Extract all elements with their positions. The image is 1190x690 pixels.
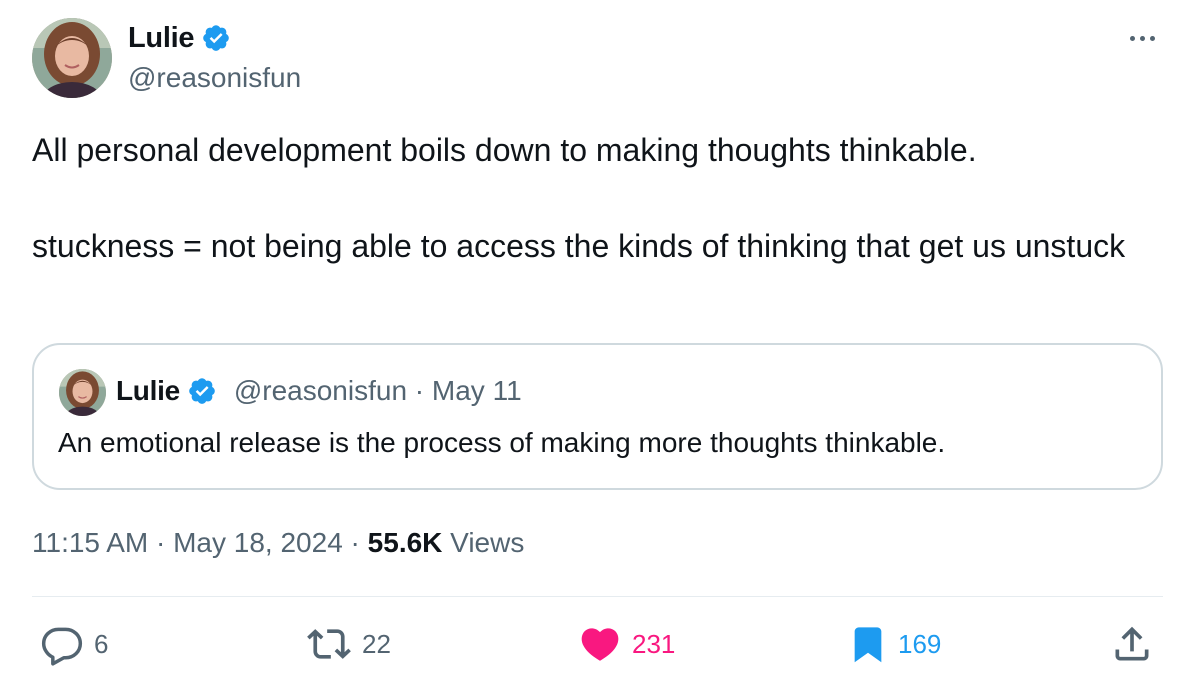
like-count: 231 (632, 628, 676, 659)
reply-button[interactable]: 6 (40, 622, 108, 666)
quoted-tweet-card[interactable]: Lulie @reasonisfun · May 11 An emotional… (32, 343, 1163, 490)
quoted-author-avatar (59, 369, 106, 416)
avatar-photo (59, 369, 106, 416)
avatar-photo (32, 18, 112, 98)
bookmark-icon (854, 627, 882, 663)
tweet-paragraph: stuckness = not being able to access the… (32, 228, 1126, 264)
heart-icon (581, 628, 619, 661)
author-name[interactable]: Lulie (128, 20, 194, 56)
author-name-row: Lulie (128, 20, 231, 56)
bookmark-count: 169 (898, 628, 942, 659)
retweet-icon (307, 629, 351, 659)
quoted-tweet-text: An emotional release is the process of m… (58, 427, 946, 458)
verified-badge-icon[interactable] (201, 23, 231, 53)
tweet-meta: 11:15 AM · May 18, 2024 · 55.6K Views (32, 524, 524, 562)
retweet-button[interactable]: 22 (306, 622, 391, 666)
quoted-tweet-header: Lulie @reasonisfun · May 11 (116, 375, 522, 407)
tweet-timestamp[interactable]: 11:15 AM · May 18, 2024 · (32, 527, 368, 558)
more-dot (1129, 35, 1135, 41)
quoted-author-name: Lulie (116, 375, 180, 406)
views-label: Views (442, 527, 525, 558)
quoted-tweet-meta: @reasonisfun · May 11 (233, 375, 522, 406)
more-dot (1149, 35, 1155, 41)
like-button[interactable]: 231 (578, 622, 675, 666)
author-avatar[interactable] (32, 18, 112, 98)
bookmark-button[interactable]: 169 (848, 622, 941, 666)
views-count: 55.6K (367, 527, 443, 558)
reply-count: 6 (94, 628, 109, 659)
share-button[interactable] (1110, 622, 1154, 666)
retweet-count: 22 (362, 628, 391, 659)
author-handle[interactable]: @reasonisfun (128, 60, 301, 96)
divider (32, 596, 1163, 597)
reply-icon (41, 627, 83, 666)
share-icon (1115, 626, 1149, 661)
tweet-paragraph: All personal development boils down to m… (32, 132, 977, 168)
verified-badge-icon (189, 378, 215, 404)
more-dot (1139, 35, 1145, 41)
more-options-button[interactable] (1124, 24, 1160, 52)
tweet-text: All personal development boils down to m… (32, 126, 1152, 270)
